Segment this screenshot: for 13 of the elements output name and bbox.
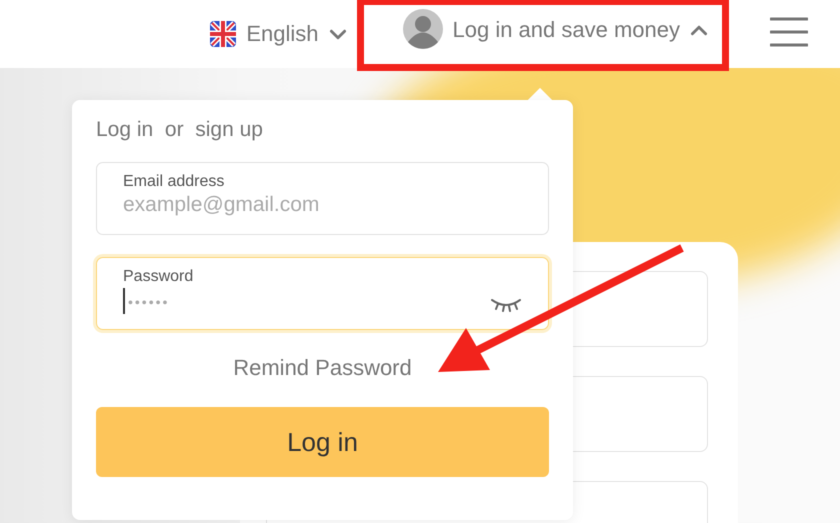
login-button[interactable]: Log in (96, 407, 549, 477)
language-selector[interactable]: English (210, 21, 346, 47)
eye-closed-icon[interactable] (490, 298, 522, 312)
menu-icon[interactable] (770, 17, 808, 47)
input-field[interactable]: Email address example@gmail.com (96, 162, 549, 235)
remind-password-link[interactable]: Remind Password (233, 355, 412, 381)
password-input[interactable]: •••••• (128, 286, 482, 316)
login-menu-button[interactable]: Log in and save money (402, 11, 714, 57)
uk-flag-icon (210, 21, 236, 47)
input-field[interactable]: Password •••••• (96, 257, 549, 330)
avatar-icon (402, 9, 442, 49)
email-input[interactable]: example@gmail.com (123, 191, 522, 219)
popup-title: Log in or sign up (96, 118, 264, 142)
